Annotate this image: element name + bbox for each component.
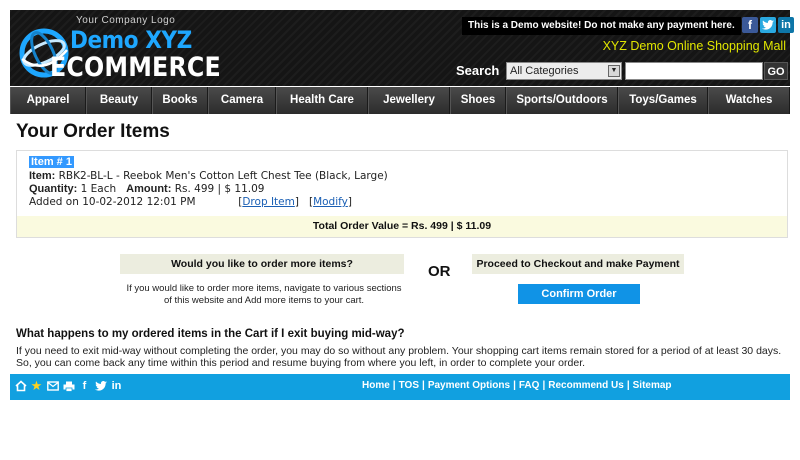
mail-icon[interactable] (46, 379, 59, 393)
total-order-value: Total Order Value = Rs. 499 | $ 11.09 (17, 216, 787, 237)
item-value: RBK2-BL-L - Reebok Men's Cotton Left Che… (58, 170, 388, 182)
item-line: Item: RBK2-BL-L - Reebok Men's Cotton Le… (29, 170, 388, 182)
nav-item-watches[interactable]: Watches (708, 87, 790, 114)
site-header: Your Company Logo Demo XYZ ECOMMERCE Thi… (10, 10, 794, 86)
logo-brand-subtitle[interactable]: ECOMMERCE (50, 52, 221, 83)
print-icon[interactable] (62, 379, 75, 393)
faq-answer: If you need to exit mid-way without comp… (16, 345, 782, 369)
footer-icon-bar: ★ f in (14, 378, 123, 393)
nav-item-toys-games[interactable]: Toys/Games (618, 87, 708, 114)
footer-links: Home | TOS | Payment Options | FAQ | Recomme… (362, 380, 672, 391)
nav-item-camera[interactable]: Camera (208, 87, 276, 114)
drop-item-link[interactable]: Drop Item (242, 196, 295, 208)
logo-brand-name[interactable]: Demo XYZ (70, 26, 192, 54)
nav-item-jewellery[interactable]: Jewellery (368, 87, 450, 114)
twitter-icon[interactable] (760, 17, 776, 33)
nav-item-shoes[interactable]: Shoes (450, 87, 506, 114)
search-label: Search (456, 63, 500, 78)
footer-link-home[interactable]: Home (362, 380, 390, 391)
search-input[interactable] (625, 62, 763, 80)
added-on: Added on 10-02-2012 12:01 PM (29, 196, 196, 208)
chevron-down-icon[interactable]: ▼ (608, 65, 620, 77)
go-button[interactable]: GO (764, 62, 788, 80)
facebook-icon[interactable]: f (78, 379, 91, 393)
faq-question: What happens to my ordered items in the … (16, 328, 405, 340)
more-items-heading: Would you like to order more items? (120, 254, 404, 274)
footer-link-tos[interactable]: TOS (399, 380, 419, 391)
facebook-icon[interactable]: f (742, 17, 758, 33)
social-links: f in (742, 17, 794, 33)
amount-value: Rs. 499 | $ 11.09 (174, 183, 265, 195)
quantity-label: Quantity: (29, 183, 78, 195)
logo-tagline: Your Company Logo (76, 15, 176, 26)
added-on-line: Added on 10-02-2012 12:01 PM [Drop Item]… (29, 196, 352, 208)
star-icon[interactable]: ★ (30, 378, 43, 393)
footer-link-recommend-us[interactable]: Recommend Us (548, 380, 624, 391)
nav-item-books[interactable]: Books (152, 87, 208, 114)
order-item-card: Item # 1 Item: RBK2-BL-L - Reebok Men's … (16, 150, 788, 238)
quantity-amount-line: Quantity: 1 Each Amount: Rs. 499 | $ 11.… (29, 183, 265, 195)
item-number: Item # 1 (29, 156, 74, 168)
quantity-value: 1 Each (80, 183, 117, 195)
mall-title: XYZ Demo Online Shopping Mall (602, 39, 786, 53)
checkout-heading: Proceed to Checkout and make Payment (472, 254, 684, 274)
page-title: Your Order Items (16, 121, 170, 142)
site-footer: ★ f in Home | TOS | Payment Options | FAQ | … (10, 374, 790, 400)
demo-notice: This is a Demo website! Do not make any … (462, 17, 741, 35)
modify-link[interactable]: Modify (313, 196, 348, 208)
or-label: OR (428, 263, 451, 280)
more-items-description: If you would like to order more items, n… (126, 283, 402, 306)
twitter-icon[interactable] (94, 379, 107, 393)
nav-item-beauty[interactable]: Beauty (86, 87, 152, 114)
home-icon[interactable] (14, 379, 27, 393)
footer-link-sitemap[interactable]: Sitemap (633, 380, 672, 391)
category-nav: Apparel Beauty Books Camera Health Care … (10, 87, 790, 114)
nav-item-apparel[interactable]: Apparel (10, 87, 86, 114)
footer-link-payment-options[interactable]: Payment Options (428, 380, 510, 391)
linkedin-icon[interactable]: in (778, 17, 794, 33)
category-select-value: All Categories (510, 65, 579, 77)
item-label: Item: (29, 170, 56, 182)
confirm-order-button[interactable]: Confirm Order (518, 284, 640, 304)
nav-item-sports-outdoors[interactable]: Sports/Outdoors (506, 87, 618, 114)
footer-link-faq[interactable]: FAQ (519, 380, 540, 391)
nav-item-health-care[interactable]: Health Care (276, 87, 368, 114)
linkedin-icon[interactable]: in (110, 379, 123, 393)
category-select[interactable]: All Categories ▼ (506, 62, 622, 80)
amount-label: Amount: (126, 183, 172, 195)
